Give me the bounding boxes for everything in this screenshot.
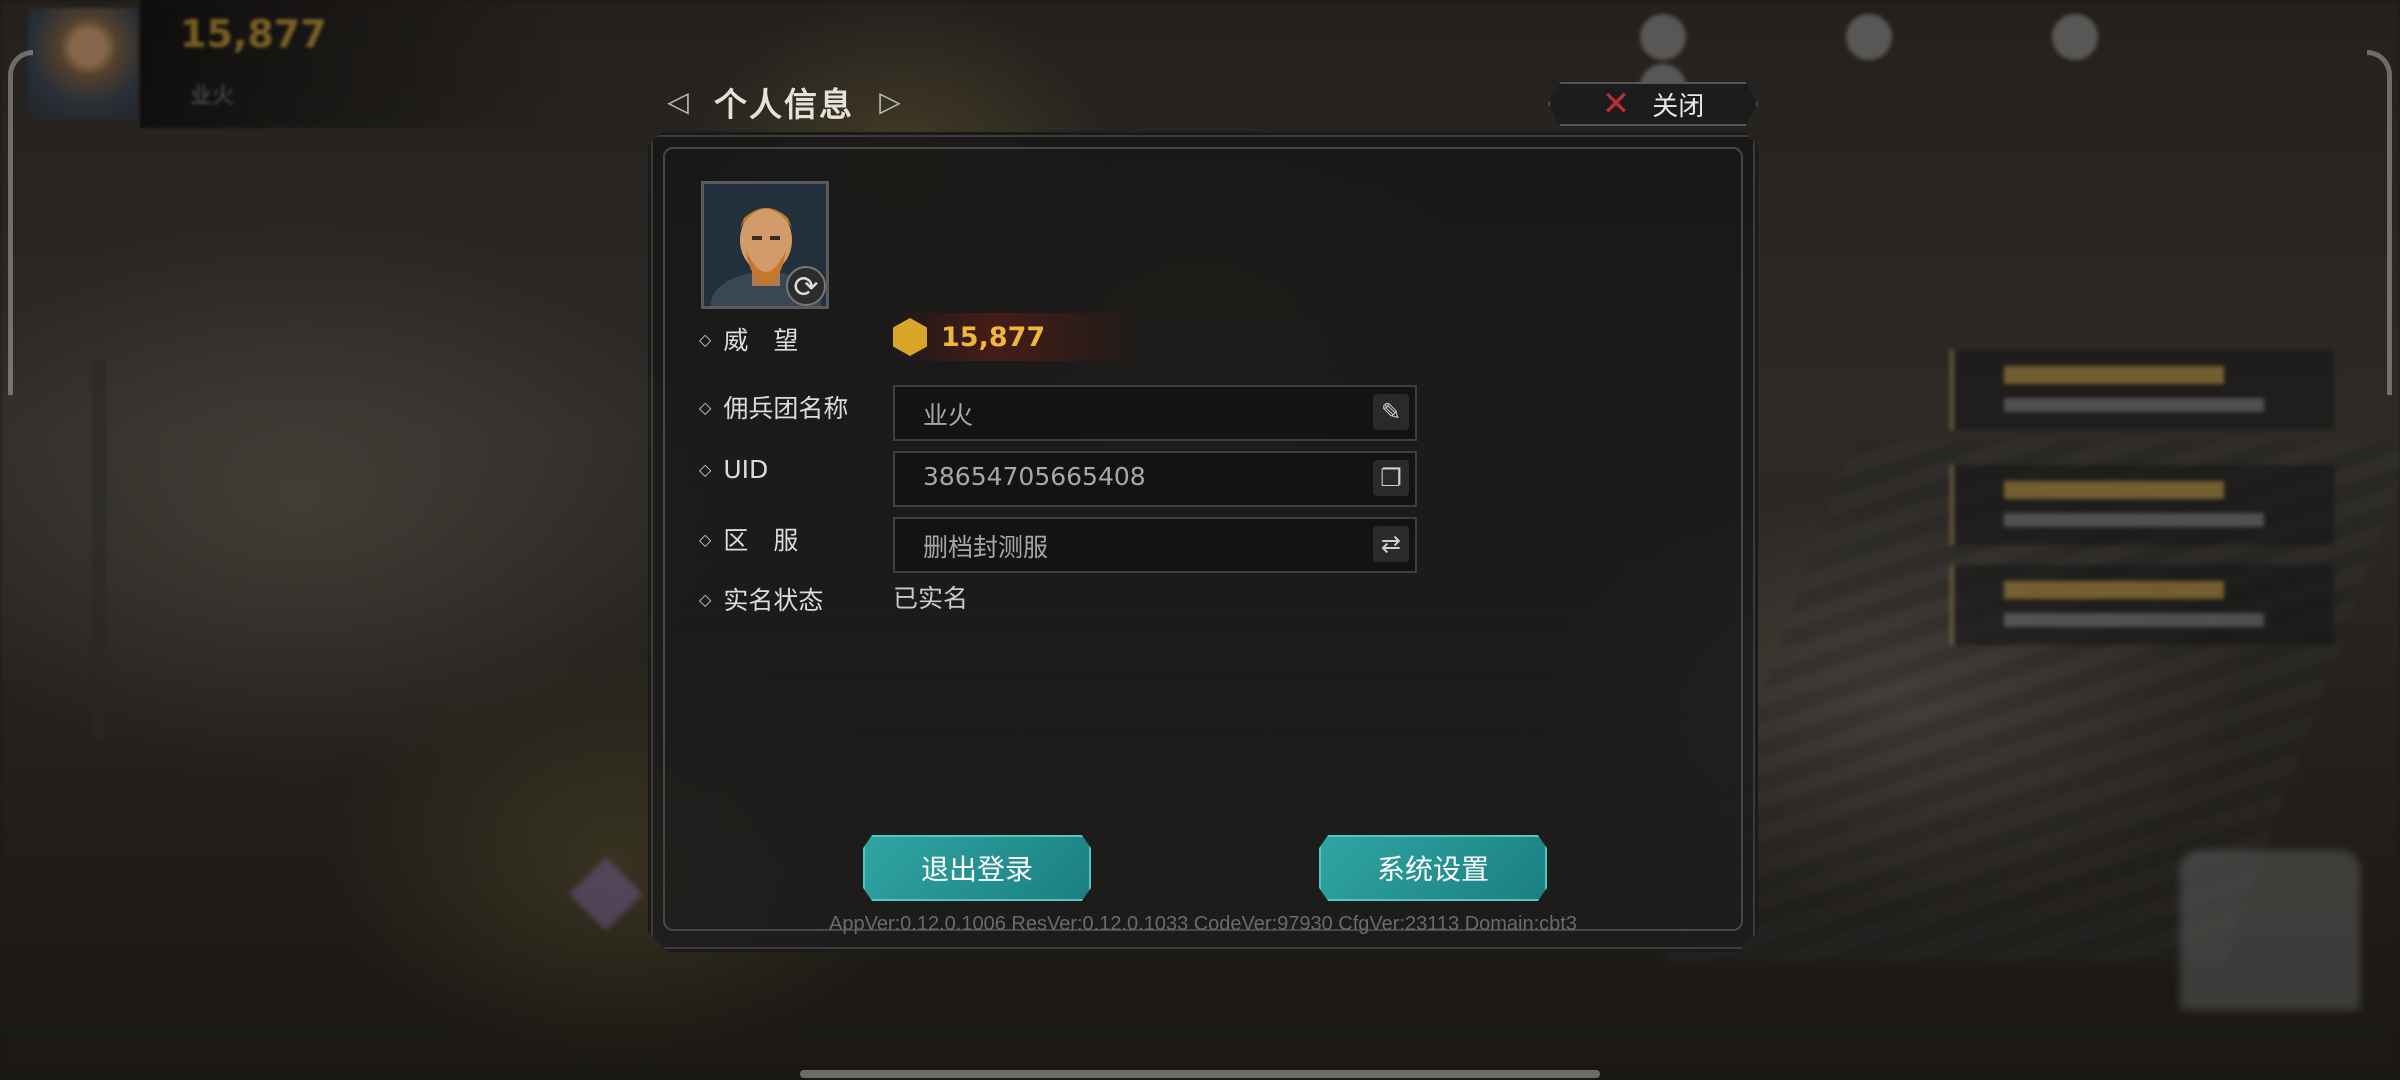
uid-row: ◇ UID: [699, 455, 768, 484]
swap-icon[interactable]: ⇄: [1373, 526, 1409, 562]
real-name-row: ◇ 实名状态: [699, 581, 823, 617]
prestige-row: ◇ 威 望: [699, 321, 798, 357]
hud-avatar: [28, 8, 138, 120]
hud-top-right-icons: [1640, 14, 2380, 110]
quest-item: [1950, 565, 2334, 645]
dialog-title: 个人信息: [714, 85, 854, 124]
prestige-crown-icon: [893, 318, 927, 356]
uid-value: 38654705665408: [923, 462, 1146, 491]
hud-slider: [92, 360, 106, 740]
quest-item: [1950, 350, 2334, 430]
dialog-title-bar: ◁ 个人信息 ▷: [660, 72, 908, 132]
team-name-field: 业火 ✎: [893, 385, 1417, 441]
avatar[interactable]: ⟳: [701, 181, 829, 309]
diamond-bullet-icon: ◇: [699, 397, 712, 417]
real-name-label: 实名状态: [723, 586, 824, 615]
server-value: 删档封测服: [923, 533, 1049, 562]
prestige-label: 威 望: [723, 326, 799, 355]
x-icon: ✕: [1601, 84, 1631, 124]
uid-field: 38654705665408 ❐: [893, 451, 1417, 507]
diamond-bullet-icon: ◇: [699, 460, 712, 479]
version-info: AppVer:0.12.0.1006 ResVer:0.12.0.1033 Co…: [829, 913, 1577, 935]
real-name-value: 已实名: [893, 584, 969, 613]
quill-icon[interactable]: ✎: [1373, 394, 1409, 430]
server-row: ◇ 区 服: [699, 521, 798, 557]
prestige-value: 15,877: [941, 321, 1046, 353]
hud-player-name: 业火: [190, 84, 235, 109]
triangle-left-icon[interactable]: ◁: [660, 84, 696, 120]
server-field: 删档封测服 ⇄: [893, 517, 1417, 573]
close-button[interactable]: ✕ 关闭: [1548, 82, 1758, 126]
quest-item: [1950, 465, 2334, 545]
logout-button[interactable]: 退出登录: [863, 835, 1091, 901]
prestige-value-box: 15,877: [893, 313, 1143, 361]
team-name-row: ◇ 佣兵团名称: [699, 389, 848, 425]
close-label: 关闭: [1652, 91, 1705, 122]
triangle-right-icon[interactable]: ▷: [872, 84, 908, 120]
refresh-icon[interactable]: ⟳: [786, 266, 826, 306]
profile-dialog: ⟳ ◇ 威 望 15,877 ◇ 佣兵团名称 业火 ✎ ◇ UID 386547…: [648, 132, 1758, 952]
system-settings-button[interactable]: 系统设置: [1319, 835, 1547, 901]
server-label: 区 服: [723, 526, 799, 555]
diamond-bullet-icon: ◇: [699, 529, 712, 549]
hud-resource-value: 15,877: [180, 12, 327, 56]
copy-icon[interactable]: ❐: [1373, 460, 1409, 496]
home-indicator: [800, 1070, 1600, 1078]
team-name-value: 业火: [923, 401, 974, 430]
team-name-label: 佣兵团名称: [723, 394, 849, 423]
screen-frame-right: [2367, 50, 2392, 395]
diamond-bullet-icon: ◇: [699, 589, 712, 609]
diamond-bullet-icon: ◇: [699, 329, 712, 349]
screen-frame-left: [8, 50, 33, 395]
uid-label: UID: [723, 455, 769, 484]
